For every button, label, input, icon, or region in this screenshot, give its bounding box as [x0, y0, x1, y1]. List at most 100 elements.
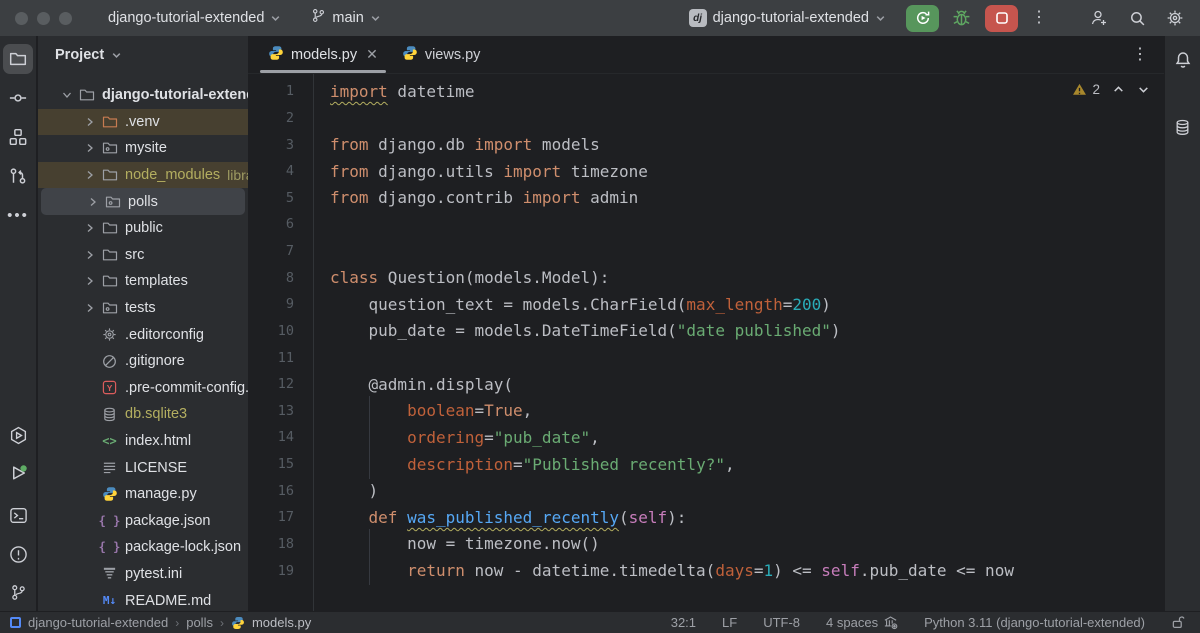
close-window-button[interactable]	[15, 12, 28, 25]
line-number[interactable]: 18	[248, 536, 294, 552]
run-tool-button[interactable]	[3, 458, 33, 488]
pull-requests-tool-button[interactable]	[3, 161, 33, 191]
tree-item-public[interactable]: public	[38, 215, 248, 242]
tree-item-index-html[interactable]: <>index.html	[38, 428, 248, 455]
code-line-content[interactable]: from django.utils import timezone	[330, 162, 648, 181]
project-panel-header[interactable]: Project	[38, 36, 248, 74]
minimize-window-button[interactable]	[37, 12, 50, 25]
tree-item-node-modules[interactable]: node_moduleslibrary root	[38, 162, 248, 189]
structure-tool-button[interactable]	[3, 122, 33, 152]
chevron-right-icon[interactable]	[81, 302, 99, 314]
inspections-widget[interactable]: 2	[1072, 82, 1150, 97]
window-controls[interactable]	[15, 12, 72, 25]
indent-widget[interactable]: 4 spaces	[826, 615, 898, 630]
chevron-right-icon[interactable]	[81, 116, 99, 128]
line-number[interactable]: 15	[248, 456, 294, 472]
tree-item-readme-md[interactable]: M↓README.md	[38, 587, 248, 611]
more-tool-windows-button[interactable]: •••	[3, 200, 33, 230]
line-number[interactable]: 3	[248, 137, 294, 153]
maximize-window-button[interactable]	[59, 12, 72, 25]
line-number[interactable]: 17	[248, 509, 294, 525]
breadcrumb[interactable]: django-tutorial-extended › polls › model…	[10, 615, 311, 630]
tab-views-py[interactable]: views.py	[390, 36, 493, 73]
tree-item-mysite[interactable]: mysite	[38, 135, 248, 162]
code-line-content[interactable]: def was_published_recently(self):	[330, 508, 686, 527]
tree-item-editorconfig[interactable]: .editorconfig	[38, 321, 248, 348]
run-configuration-widget[interactable]: dj django-tutorial-extended	[683, 6, 892, 30]
line-number[interactable]: 19	[248, 563, 294, 579]
tree-item-templates[interactable]: templates	[38, 268, 248, 295]
line-number[interactable]: 1	[248, 83, 294, 99]
project-widget[interactable]: django-tutorial-extended	[102, 7, 287, 29]
line-number[interactable]: 11	[248, 350, 294, 366]
tree-item-venv[interactable]: .venv	[38, 109, 248, 136]
terminal-tool-button[interactable]	[3, 500, 33, 530]
code-line-content[interactable]: from django.contrib import admin	[330, 188, 638, 207]
chevron-right-icon[interactable]	[81, 142, 99, 154]
tree-item-package-lock-json[interactable]: { }package-lock.json	[38, 534, 248, 561]
line-ending-widget[interactable]: LF	[722, 615, 737, 630]
breadcrumb-item[interactable]: polls	[186, 615, 213, 630]
code-line-content[interactable]: description="Published recently?",	[330, 455, 735, 474]
more-run-actions-button[interactable]: ⋮	[1024, 5, 1054, 31]
line-number[interactable]: 10	[248, 323, 294, 339]
rerun-button[interactable]	[906, 5, 939, 32]
code-line-content[interactable]: pub_date = models.DateTimeField("date pu…	[330, 321, 841, 340]
close-tab-icon[interactable]: ✕	[366, 46, 378, 63]
code-line-content[interactable]: question_text = models.CharField(max_len…	[330, 295, 831, 314]
caret-position-widget[interactable]: 32:1	[671, 615, 696, 630]
version-control-tool-button[interactable]	[3, 577, 33, 607]
code-line-content[interactable]: )	[330, 481, 378, 500]
line-number[interactable]: 13	[248, 403, 294, 419]
chevron-right-icon[interactable]	[81, 275, 99, 287]
stop-button[interactable]	[985, 5, 1018, 32]
database-tool-button[interactable]	[1168, 112, 1198, 142]
next-problem-button[interactable]	[1137, 83, 1150, 96]
line-number[interactable]: 5	[248, 190, 294, 206]
search-everywhere-button[interactable]	[1122, 5, 1152, 31]
code-with-me-button[interactable]	[1084, 5, 1114, 31]
line-number[interactable]: 7	[248, 243, 294, 259]
chevron-right-icon[interactable]	[81, 222, 99, 234]
tree-item-package-json[interactable]: { }package.json	[38, 508, 248, 535]
tree-item-django-tutorial-extended[interactable]: django-tutorial-extended	[38, 82, 248, 109]
debug-button[interactable]	[946, 5, 976, 31]
notifications-button[interactable]	[1168, 45, 1198, 75]
line-number[interactable]: 14	[248, 429, 294, 445]
tree-item-license[interactable]: LICENSE	[38, 454, 248, 481]
commit-tool-button[interactable]	[3, 83, 33, 113]
tree-item-tests[interactable]: tests	[38, 295, 248, 322]
lock-widget[interactable]	[1171, 615, 1186, 630]
line-number[interactable]: 2	[248, 110, 294, 126]
tree-item-pytest-ini[interactable]: pytest.ini	[38, 561, 248, 588]
line-number[interactable]: 4	[248, 163, 294, 179]
breadcrumb-item[interactable]: django-tutorial-extended	[28, 615, 168, 630]
code-line-content[interactable]: now = timezone.now()	[330, 534, 600, 553]
tab-models-py[interactable]: models.py ✕	[256, 36, 390, 73]
encoding-widget[interactable]: UTF-8	[763, 615, 800, 630]
code-line-content[interactable]: class Question(models.Model):	[330, 268, 609, 287]
code-line-content[interactable]: from django.db import models	[330, 135, 600, 154]
code-line-content[interactable]: boolean=True,	[330, 401, 532, 420]
tree-item-manage-py[interactable]: manage.py	[38, 481, 248, 508]
tab-options-button[interactable]: ⋮	[1132, 36, 1148, 73]
previous-problem-button[interactable]	[1112, 83, 1125, 96]
line-number[interactable]: 6	[248, 216, 294, 232]
code-line-content[interactable]: import datetime	[330, 82, 475, 101]
line-number[interactable]: 8	[248, 270, 294, 286]
code-editor[interactable]: 1 import datetime 2 3 from django.db import …	[248, 78, 1164, 584]
interpreter-widget[interactable]: Python 3.11 (django-tutorial-extended)	[924, 615, 1145, 630]
line-number[interactable]: 9	[248, 296, 294, 312]
chevron-right-icon[interactable]	[84, 196, 102, 208]
tree-item-pre-commit-config-yaml[interactable]: Y.pre-commit-config.yaml	[38, 375, 248, 402]
code-line-content[interactable]: @admin.display(	[330, 375, 513, 394]
tree-item-src[interactable]: src	[38, 242, 248, 269]
chevron-right-icon[interactable]	[81, 169, 99, 181]
tree-item-gitignore[interactable]: .gitignore	[38, 348, 248, 375]
code-line-content[interactable]: return now - datetime.timedelta(days=1) …	[330, 561, 1014, 580]
project-tool-button[interactable]	[3, 44, 33, 74]
chevron-down-icon[interactable]	[58, 89, 76, 101]
services-tool-button[interactable]	[3, 420, 33, 450]
vcs-branch-widget[interactable]: main	[305, 5, 386, 31]
chevron-right-icon[interactable]	[81, 249, 99, 261]
